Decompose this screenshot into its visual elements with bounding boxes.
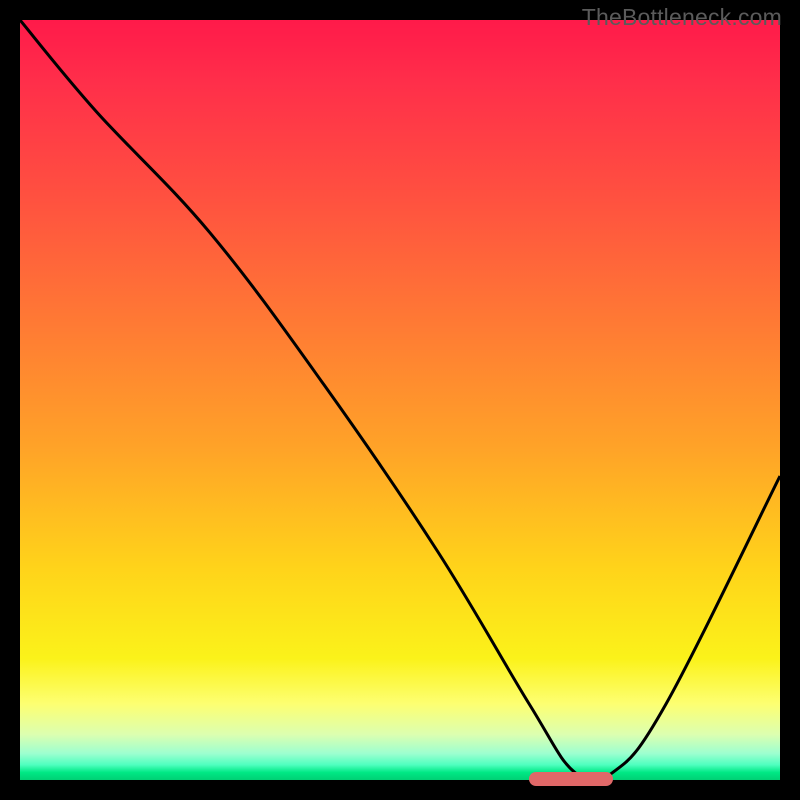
optimal-range-marker [529, 772, 613, 786]
plot-area [20, 20, 780, 780]
bottleneck-curve [20, 20, 780, 780]
watermark-text: TheBottleneck.com [582, 4, 782, 31]
curve-path [20, 20, 780, 780]
chart-frame: TheBottleneck.com [0, 0, 800, 800]
